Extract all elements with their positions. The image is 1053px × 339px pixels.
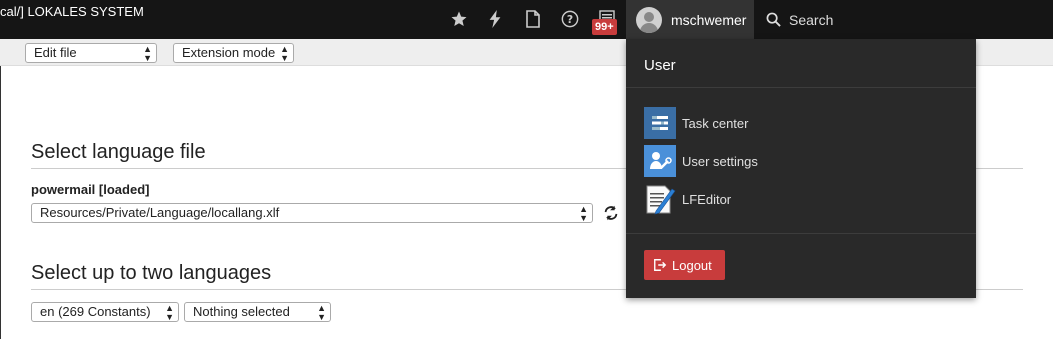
search-label: Search	[789, 11, 834, 28]
extension-label: powermail [loaded]	[31, 182, 150, 197]
action-select[interactable]: Edit file ▲ ▼	[25, 43, 157, 63]
svg-text:?: ?	[567, 13, 573, 26]
bookmark-star-icon[interactable]	[446, 6, 472, 32]
lfeditor-icon	[644, 183, 676, 215]
notification-badge: 99+	[592, 19, 617, 35]
logout-icon	[654, 259, 667, 271]
languages-heading: Select up to two languages	[31, 262, 272, 284]
select-arrows-icon: ▲ ▼	[165, 303, 174, 322]
avatar	[636, 6, 662, 33]
user-menu-title: User	[644, 57, 676, 74]
task-center-icon	[644, 107, 676, 139]
language-file-heading: Select language file	[31, 141, 206, 163]
menu-item-user-settings[interactable]: User settings	[644, 145, 944, 177]
document-icon[interactable]	[520, 6, 546, 32]
search-icon	[766, 12, 781, 27]
content-border	[0, 66, 1, 339]
help-icon[interactable]: ?	[557, 6, 583, 32]
select-arrows-icon: ▲ ▼	[280, 44, 289, 63]
menu-item-lfeditor[interactable]: LFEditor	[644, 183, 944, 215]
mode-select[interactable]: Extension mode ▲ ▼	[173, 43, 294, 63]
select-arrows-icon: ▲ ▼	[317, 303, 326, 322]
menu-item-label: User settings	[682, 153, 758, 169]
file-select[interactable]: Resources/Private/Language/locallang.xlf…	[31, 203, 593, 223]
language1-select[interactable]: en (269 Constants) ▲ ▼	[31, 302, 179, 322]
select-arrows-icon: ▲ ▼	[143, 44, 152, 63]
divider	[626, 87, 976, 88]
logout-label: Logout	[672, 257, 712, 273]
menu-item-task-center[interactable]: Task center	[644, 107, 944, 139]
flash-icon[interactable]	[482, 6, 508, 32]
select-arrows-icon: ▲ ▼	[579, 204, 588, 223]
user-name: mschwemer	[671, 11, 747, 28]
site-title[interactable]: cal/] LOKALES SYSTEM	[0, 4, 144, 19]
user-dropdown-menu: User Task center User settings LFEditor …	[626, 39, 976, 298]
search-toggle[interactable]: Search	[766, 0, 833, 39]
user-menu-toggle[interactable]: mschwemer	[626, 0, 754, 39]
refresh-icon[interactable]	[602, 204, 620, 222]
user-settings-icon	[644, 145, 676, 177]
language2-select[interactable]: Nothing selected ▲ ▼	[184, 302, 331, 322]
divider	[626, 233, 976, 234]
topbar: cal/] LOKALES SYSTEM ? 99+ mschwemer Sea…	[0, 0, 1053, 39]
menu-item-label: LFEditor	[682, 191, 732, 207]
menu-item-label: Task center	[682, 115, 749, 131]
logout-button[interactable]: Logout	[644, 250, 725, 280]
